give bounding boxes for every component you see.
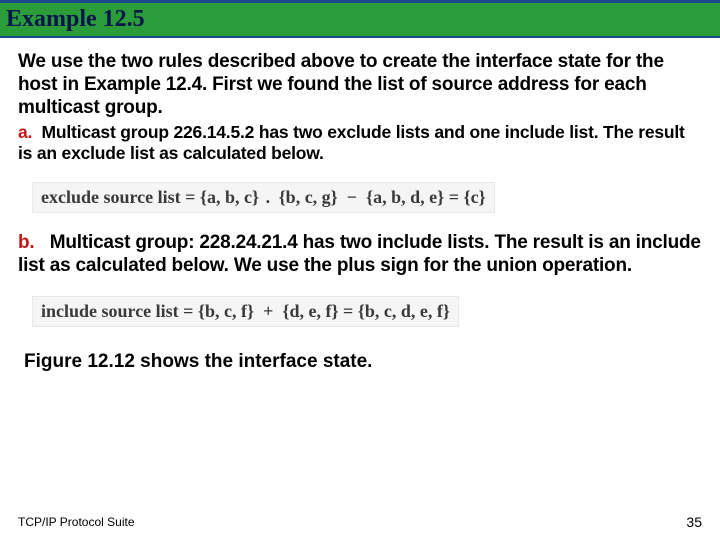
intro-paragraph: We use the two rules described above to … xyxy=(18,50,702,120)
formula-b-text: include source list = {b, c, f} + {d, e,… xyxy=(41,301,450,321)
formula-b: include source list = {b, c, f} + {d, e,… xyxy=(32,296,459,327)
slide-content: We use the two rules described above to … xyxy=(0,38,720,373)
item-a-text: Multicast group 226.14.5.2 has two exclu… xyxy=(18,122,685,163)
footer-source: TCP/IP Protocol Suite xyxy=(18,515,135,529)
closing-text: Figure 12.12 shows the interface state. xyxy=(18,351,702,373)
slide-footer: TCP/IP Protocol Suite 35 xyxy=(0,514,720,530)
item-a-label: a. xyxy=(18,122,32,142)
item-a: a. Multicast group 226.14.5.2 has two ex… xyxy=(18,122,702,165)
formula-a: exclude source list = {a, b, c} . {b, c,… xyxy=(32,182,495,213)
item-b-text: Multicast group: 228.24.21.4 has two inc… xyxy=(18,232,701,276)
slide-header: Example 12.5 xyxy=(0,0,720,38)
slide-title: Example 12.5 xyxy=(6,6,145,33)
item-b: b. Multicast group: 228.24.21.4 has two … xyxy=(18,231,702,277)
item-b-label: b. xyxy=(18,232,35,253)
formula-a-text: exclude source list = {a, b, c} . {b, c,… xyxy=(41,187,486,207)
footer-page-number: 35 xyxy=(686,514,702,530)
